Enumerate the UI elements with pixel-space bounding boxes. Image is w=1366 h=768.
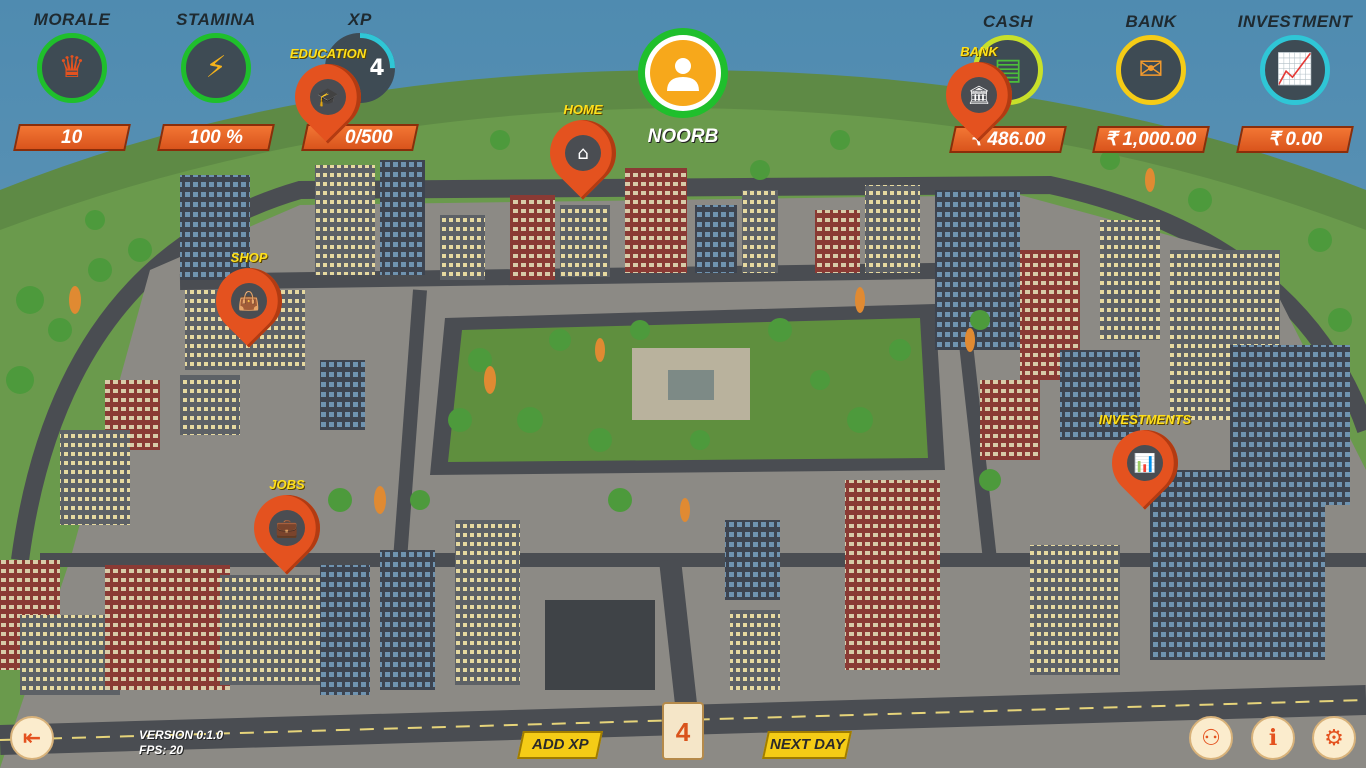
pin-investments[interactable]: INVESTMENTS 📊: [1098, 412, 1192, 520]
morale-label: MORALE: [33, 10, 111, 29]
pin-jobs[interactable]: JOBS 💼: [240, 477, 334, 585]
fps-text: FPS: 20: [139, 743, 184, 757]
stamina-value: 100 %: [157, 124, 275, 151]
chart-icon: 📊: [1127, 445, 1163, 481]
stamina-label: STAMINA: [176, 10, 256, 29]
pin-shop[interactable]: SHOP 👜: [202, 250, 296, 358]
info-icon: i: [1268, 725, 1278, 751]
investment-value: ₹ 0.00: [1236, 126, 1354, 153]
stamina-stat: STAMINA ⚡: [156, 10, 276, 103]
day-counter: 4: [662, 702, 704, 760]
pin-home-label: HOME: [563, 102, 603, 117]
add-xp-button[interactable]: ADD XP: [517, 731, 603, 759]
xp-label: XP: [348, 10, 372, 29]
bank-icon: 🏛: [961, 77, 997, 113]
pin-bank-label: BANK: [960, 44, 998, 59]
stamina-ring: ⚡: [181, 33, 251, 103]
version-text: VERSION 0.1.0: [139, 728, 224, 742]
pin-education-label: EDUCATION: [289, 46, 367, 61]
shopping-bag-icon: 👜: [231, 283, 267, 319]
settings-button[interactable]: ⚙: [1312, 716, 1356, 760]
bank-label: BANK: [1125, 12, 1177, 31]
morale-stat: MORALE ♛: [12, 10, 132, 103]
lightning-icon: ⚡: [205, 50, 227, 85]
pin-investments-label: INVESTMENTS: [1098, 412, 1192, 427]
morale-ring: ♛: [37, 33, 107, 103]
pin-home[interactable]: HOME ⌂: [536, 102, 630, 210]
envelope-icon: ✉: [1138, 52, 1164, 87]
morale-value: 10: [13, 124, 131, 151]
briefcase-icon: 💼: [269, 510, 305, 546]
user-avatar-icon: [667, 58, 699, 91]
group-icon: ⚇: [1201, 725, 1221, 751]
investment-stat: INVESTMENT 📈: [1235, 12, 1355, 105]
growth-chart-icon: 📈: [1276, 52, 1314, 87]
version-info: VERSION 0.1.0 FPS: 20: [139, 728, 223, 758]
bank-stat: BANK ✉: [1091, 12, 1211, 105]
house-icon: ⌂: [565, 135, 601, 171]
next-day-button[interactable]: NEXT DAY: [762, 731, 852, 759]
investment-label: INVESTMENT: [1237, 12, 1353, 31]
investment-ring: 📈: [1260, 35, 1330, 105]
social-button[interactable]: ⚇: [1189, 716, 1233, 760]
bank-ring: ✉: [1116, 35, 1186, 105]
crown-icon: ♛: [58, 50, 86, 85]
pin-jobs-label: JOBS: [269, 477, 305, 492]
pin-shop-label: SHOP: [230, 250, 268, 265]
cash-label: CASH: [982, 12, 1034, 31]
bank-value: ₹ 1,000.00: [1092, 126, 1210, 153]
pin-education[interactable]: EDUCATION 🎓: [281, 46, 375, 154]
exit-door-icon: ⇤: [22, 725, 42, 751]
pin-bank[interactable]: BANK 🏛: [932, 44, 1026, 152]
info-button[interactable]: i: [1251, 716, 1295, 760]
exit-button[interactable]: ⇤: [10, 716, 54, 760]
player-name: NOORB: [647, 126, 719, 147]
graduation-cap-icon: 🎓: [310, 79, 346, 115]
gear-icon: ⚙: [1324, 725, 1344, 751]
player-avatar[interactable]: [638, 28, 728, 118]
